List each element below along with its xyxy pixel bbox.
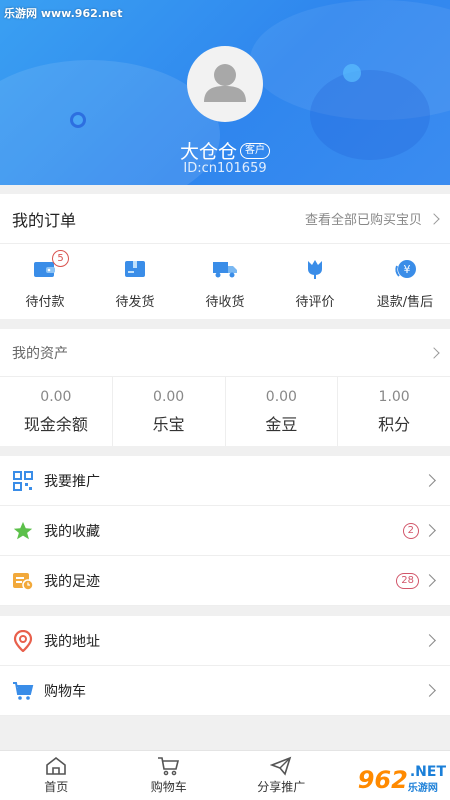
chevron-right-icon xyxy=(423,684,436,697)
nav-share[interactable]: 分享推广 xyxy=(225,751,338,800)
asset-lebao[interactable]: 0.00 乐宝 xyxy=(113,377,226,446)
asset-name: 现金余额 xyxy=(23,415,88,434)
svg-text:¥: ¥ xyxy=(404,263,411,276)
order-pending-shipment[interactable]: 待发货 xyxy=(90,244,180,319)
order-pending-review[interactable]: 待评价 xyxy=(270,244,360,319)
watermark-text: 乐游网 www.962.net xyxy=(4,7,123,20)
header-decoration xyxy=(70,112,86,128)
username-row: 大仓仓 客户 xyxy=(0,137,450,164)
cart-icon xyxy=(12,680,34,702)
assets-row: 0.00 现金余额 0.00 乐宝 0.00 金豆 1.00 积分 xyxy=(0,377,450,446)
assets-section: 我的资产 0.00 现金余额 0.00 乐宝 0.00 金豆 1.00 积分 xyxy=(0,329,450,446)
order-pending-receipt-label: 待收货 xyxy=(205,295,245,310)
footprints-count-badge: 28 xyxy=(396,572,419,589)
user-id: ID:cn101659 xyxy=(183,161,267,176)
order-pending-payment[interactable]: 5 待付款 xyxy=(0,244,90,319)
nav-home-label: 首页 xyxy=(44,780,69,794)
cart-icon xyxy=(157,757,179,776)
asset-value: 1.00 xyxy=(378,389,410,405)
chevron-right-icon xyxy=(423,574,436,587)
nav-cart[interactable]: 购物车 xyxy=(113,751,226,800)
order-pending-review-label: 待评价 xyxy=(295,295,335,310)
menu-item-cart[interactable]: 购物车 xyxy=(0,666,450,716)
menu-item-promote[interactable]: 我要推广 xyxy=(0,456,450,506)
role-badge: 客户 xyxy=(240,142,270,159)
asset-name: 金豆 xyxy=(265,415,298,434)
asset-name: 积分 xyxy=(378,415,411,434)
watermark-number: 962 xyxy=(357,765,408,794)
watermark-logo: 962 .NET 乐游网 xyxy=(358,765,446,794)
orders-section: 我的订单 查看全部已购买宝贝 5 待付款 待发货 待收货 待评价 ¥ 退款/售后 xyxy=(0,194,450,319)
watermark-cn: 乐游网 xyxy=(407,783,438,794)
order-pending-shipment-label: 待发货 xyxy=(115,295,155,310)
chevron-right-icon xyxy=(428,212,440,225)
tulip-icon xyxy=(304,256,326,282)
orders-header: 我的订单 查看全部已购买宝贝 xyxy=(0,194,450,244)
order-refund-aftersale[interactable]: ¥ 退款/售后 xyxy=(360,244,450,319)
nav-cart-label: 购物车 xyxy=(150,780,187,794)
asset-golden-beans[interactable]: 0.00 金豆 xyxy=(226,377,339,446)
chevron-right-icon xyxy=(423,634,436,647)
menu-group-1: 我要推广 我的收藏 2 我的足迹 28 xyxy=(0,456,450,606)
star-icon xyxy=(12,520,34,542)
menu-item-label: 我要推广 xyxy=(44,473,100,490)
menu-item-label: 我的地址 xyxy=(44,633,100,650)
assets-title: 我的资产 xyxy=(12,345,68,362)
nav-home[interactable]: 首页 xyxy=(0,751,113,800)
asset-points[interactable]: 1.00 积分 xyxy=(338,377,450,446)
order-pending-receipt[interactable]: 待收货 xyxy=(180,244,270,319)
asset-value: 0.00 xyxy=(153,389,185,405)
order-pending-payment-label: 待付款 xyxy=(25,295,65,310)
view-all-orders-link[interactable]: 查看全部已购买宝贝 xyxy=(304,209,440,228)
avatar[interactable] xyxy=(187,46,263,122)
home-icon xyxy=(46,756,67,775)
menu-item-favorites[interactable]: 我的收藏 2 xyxy=(0,506,450,556)
favorites-count-badge: 2 xyxy=(402,522,419,539)
menu-group-2: 我的地址 购物车 xyxy=(0,616,450,716)
username: 大仓仓 xyxy=(179,141,237,163)
menu-item-label: 购物车 xyxy=(44,683,86,700)
order-refund-aftersale-label: 退款/售后 xyxy=(376,295,434,310)
qrcode-icon xyxy=(12,470,34,492)
share-icon xyxy=(270,756,292,776)
header-decoration xyxy=(343,64,361,82)
watermark-net: .NET xyxy=(409,764,446,780)
view-all-orders-label: 查看全部已购买宝贝 xyxy=(304,213,422,228)
nav-share-label: 分享推广 xyxy=(257,780,306,794)
package-icon xyxy=(124,256,146,282)
menu-item-label: 我的足迹 xyxy=(44,573,100,590)
asset-cash-balance[interactable]: 0.00 现金余额 xyxy=(0,377,113,446)
orders-title: 我的订单 xyxy=(12,210,77,230)
order-status-row: 5 待付款 待发货 待收货 待评价 ¥ 退款/售后 xyxy=(0,244,450,319)
asset-value: 0.00 xyxy=(40,389,72,405)
menu-item-address[interactable]: 我的地址 xyxy=(0,616,450,666)
profile-header: 乐游网 www.962.net 大仓仓 客户 ID:cn101659 xyxy=(0,0,450,185)
watermark-suffix: .NET 乐游网 xyxy=(408,765,446,794)
refund-yen-icon: ¥ xyxy=(393,256,417,282)
avatar-placeholder-icon xyxy=(204,64,246,102)
assets-header[interactable]: 我的资产 xyxy=(0,329,450,377)
footprint-icon xyxy=(12,570,34,592)
menu-item-footprints[interactable]: 我的足迹 28 xyxy=(0,556,450,606)
profile-page: 乐游网 www.962.net 大仓仓 客户 ID:cn101659 我的订单 查… xyxy=(0,0,450,800)
truck-icon xyxy=(212,256,238,282)
chevron-right-icon xyxy=(423,524,436,537)
order-count-badge: 5 xyxy=(52,250,69,267)
chevron-right-icon xyxy=(428,346,440,359)
menu-item-label: 我的收藏 xyxy=(44,523,100,540)
asset-value: 0.00 xyxy=(265,389,297,405)
asset-name: 乐宝 xyxy=(152,415,185,434)
location-icon xyxy=(12,629,34,652)
chevron-right-icon xyxy=(423,474,436,487)
